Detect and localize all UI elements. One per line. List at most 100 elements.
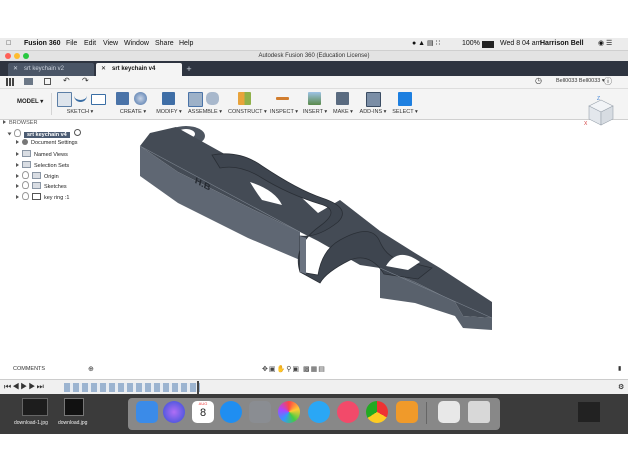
- orbit-icon[interactable]: ✥: [262, 366, 269, 373]
- timeline-marker[interactable]: [197, 381, 199, 394]
- new-component-icon[interactable]: [188, 92, 203, 107]
- select-group[interactable]: SELECT ▾: [392, 89, 418, 119]
- menu-clock[interactable]: Wed 8 04 am: [500, 39, 542, 49]
- photos-icon[interactable]: [278, 401, 300, 423]
- modify-group[interactable]: MODIFY ▾: [154, 89, 184, 119]
- browser-root[interactable]: srt keychain v4: [7, 129, 82, 138]
- fit-icon[interactable]: ▣: [292, 366, 300, 373]
- inspect-group[interactable]: INSPECT ▾: [270, 89, 298, 119]
- construct-menu[interactable]: CONSTRUCT ▾: [228, 109, 267, 115]
- job-status-icon[interactable]: ◷: [535, 76, 542, 85]
- menu-window[interactable]: Window: [124, 39, 149, 49]
- menu-share[interactable]: Share: [155, 39, 174, 49]
- pan-icon[interactable]: ✋: [277, 366, 287, 373]
- workspace-switcher[interactable]: MODEL ▾: [17, 98, 43, 105]
- browser-item-origin[interactable]: Origin: [16, 171, 59, 180]
- tab-srt-keychain-v4[interactable]: ✕ srt keychain v4: [96, 63, 182, 76]
- apple-icon[interactable]: : [6, 39, 11, 49]
- add-ins-group[interactable]: ADD-INS ▾: [358, 89, 388, 119]
- expand-icon[interactable]: [16, 195, 19, 199]
- create-sketch-icon[interactable]: [57, 92, 72, 107]
- line-icon[interactable]: [74, 92, 87, 102]
- display-settings-icon[interactable]: ▩: [303, 366, 311, 373]
- desktop-image-icon[interactable]: [578, 402, 600, 422]
- activate-icon[interactable]: [74, 129, 82, 136]
- select-menu[interactable]: SELECT ▾: [392, 109, 418, 115]
- data-panel-icon[interactable]: [6, 78, 14, 86]
- press-pull-icon[interactable]: [162, 92, 175, 105]
- assemble-group[interactable]: ASSEMBLE ▾: [186, 89, 224, 119]
- measure-icon[interactable]: [276, 97, 289, 100]
- file-menu-icon[interactable]: [24, 78, 33, 85]
- add-comment-icon[interactable]: ⊕: [88, 365, 94, 373]
- siri-icon[interactable]: [163, 401, 185, 423]
- scripts-icon[interactable]: [366, 92, 381, 107]
- chrome-icon[interactable]: [366, 401, 388, 423]
- letter-r-stem[interactable]: [300, 236, 306, 274]
- view-cube[interactable]: [586, 98, 616, 128]
- desktop-file-thumbnail[interactable]: [64, 398, 84, 416]
- rectangle-icon[interactable]: [91, 94, 106, 105]
- close-window-button[interactable]: [5, 53, 11, 59]
- visibility-icon[interactable]: [22, 192, 29, 200]
- insert-group[interactable]: INSERT ▾: [302, 89, 328, 119]
- menu-app-name[interactable]: Fusion 360: [24, 39, 61, 49]
- form-icon[interactable]: [134, 92, 147, 105]
- print-3d-icon[interactable]: [336, 92, 349, 105]
- menu-user[interactable]: Harrison Bell: [540, 39, 584, 49]
- expand-icon[interactable]: [16, 163, 19, 167]
- offset-plane-icon[interactable]: [238, 92, 251, 105]
- timeline-features[interactable]: [64, 383, 200, 392]
- comments-label[interactable]: COMMENTS: [13, 366, 45, 372]
- modify-menu[interactable]: MODIFY ▾: [154, 109, 184, 115]
- tab-close-icon[interactable]: ✕: [13, 63, 18, 76]
- make-group[interactable]: MAKE ▾: [330, 89, 356, 119]
- visibility-icon[interactable]: [22, 171, 29, 179]
- visibility-icon[interactable]: [22, 181, 29, 189]
- menu-view[interactable]: View: [103, 39, 118, 49]
- expand-panel-icon[interactable]: ▮: [618, 365, 621, 372]
- viewports-icon[interactable]: ▤: [318, 366, 326, 373]
- look-at-icon[interactable]: ▣: [269, 366, 277, 373]
- timeline-controls[interactable]: ⏮◀▶▶⏭: [4, 382, 45, 392]
- desktop-file-thumbnail[interactable]: [22, 398, 48, 416]
- browser-item-sketches[interactable]: Sketches: [16, 181, 67, 190]
- sketch-menu[interactable]: SKETCH ▾: [54, 109, 106, 115]
- browser-header[interactable]: BROWSER: [3, 119, 37, 128]
- account-menu[interactable]: Bell0033 Bell0033 ▾: [556, 78, 605, 84]
- save-icon[interactable]: [44, 78, 51, 85]
- menu-help[interactable]: Help: [179, 39, 193, 49]
- minimize-window-button[interactable]: [14, 53, 20, 59]
- system-preferences-icon[interactable]: [249, 401, 271, 423]
- extrude-icon[interactable]: [116, 92, 129, 105]
- browser-item-key-ring[interactable]: key ring :1: [16, 192, 69, 201]
- browser-item-document-settings[interactable]: Document Settings: [16, 139, 77, 148]
- expand-icon[interactable]: [16, 152, 19, 156]
- finder-icon[interactable]: [136, 401, 158, 423]
- create-group[interactable]: CREATE ▾: [112, 89, 154, 119]
- expand-icon[interactable]: [16, 184, 19, 188]
- redo-icon[interactable]: ↷: [82, 76, 89, 85]
- menu-edit[interactable]: Edit: [84, 39, 96, 49]
- insert-menu[interactable]: INSERT ▾: [302, 109, 328, 115]
- menu-file[interactable]: File: [66, 39, 77, 49]
- create-menu[interactable]: CREATE ▾: [112, 109, 154, 115]
- collapse-icon[interactable]: [3, 120, 6, 124]
- undo-icon[interactable]: ↶: [63, 76, 70, 85]
- keychain-top-face[interactable]: [140, 127, 492, 318]
- desktop-file-label[interactable]: download-1.jpg: [14, 420, 48, 426]
- browser-item-selection-sets[interactable]: Selection Sets: [16, 161, 69, 170]
- calendar-icon[interactable]: AUG 8: [192, 401, 214, 423]
- app-store-icon[interactable]: [220, 401, 242, 423]
- downloads-stack-icon[interactable]: [438, 401, 460, 423]
- expand-icon[interactable]: [16, 174, 19, 178]
- sketch-group[interactable]: SKETCH ▾: [54, 89, 106, 119]
- music-icon[interactable]: [337, 401, 359, 423]
- tab-srt-keychain-v2[interactable]: ✕ srt keychain v2: [8, 63, 94, 76]
- help-icon[interactable]: ⓘ: [604, 76, 612, 87]
- trash-icon[interactable]: [468, 401, 490, 423]
- tab-close-icon[interactable]: ✕: [101, 63, 106, 76]
- timeline-settings-icon[interactable]: ⚙: [618, 383, 624, 391]
- design-canvas[interactable]: H.B Z X BROWSER srt keychain v4 Document…: [0, 96, 628, 377]
- browser-item-named-views[interactable]: Named Views: [16, 150, 68, 159]
